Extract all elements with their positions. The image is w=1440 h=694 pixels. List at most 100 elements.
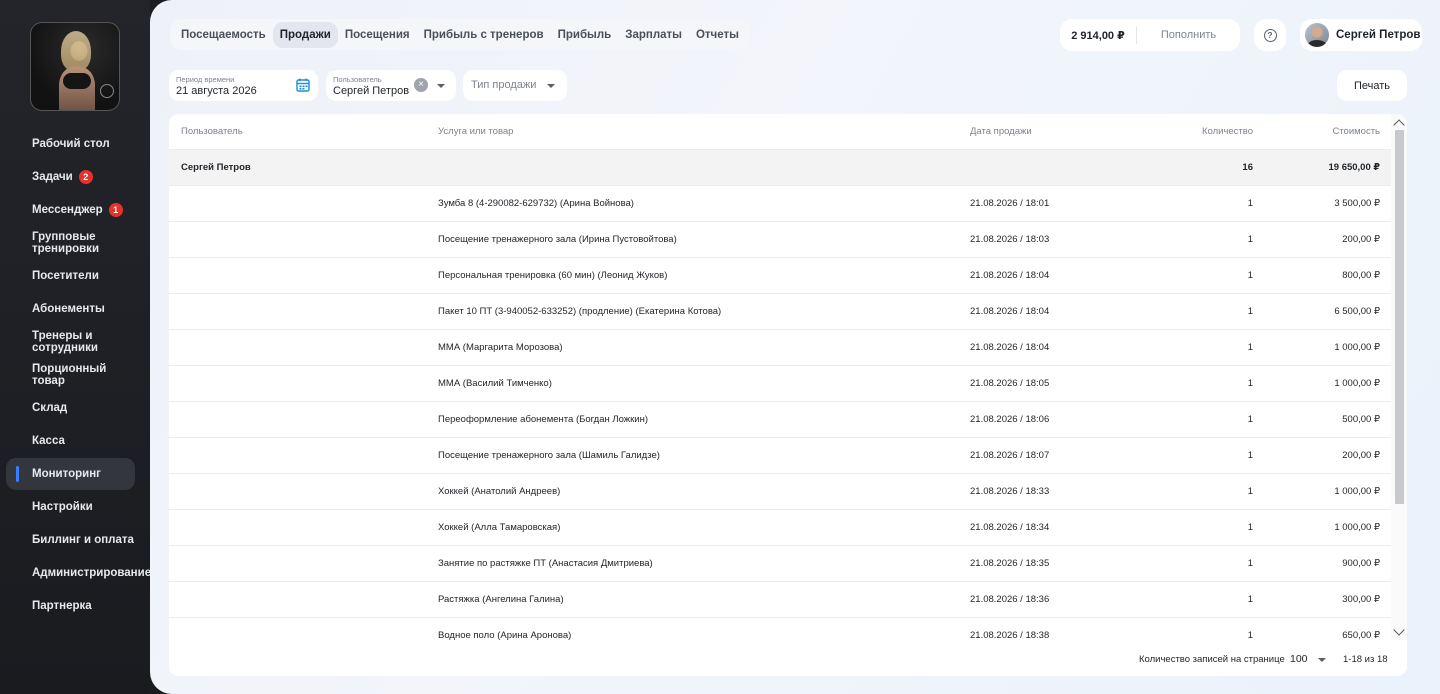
row-qty: 1 bbox=[1247, 342, 1253, 353]
calendar-icon[interactable] bbox=[296, 78, 310, 92]
row-date: 21.08.2026 / 18:36 bbox=[970, 594, 1050, 605]
row-date: 21.08.2026 / 18:01 bbox=[970, 198, 1050, 209]
sidebar-item-settings[interactable]: Настройки bbox=[6, 491, 135, 523]
tab-attendance[interactable]: Посещаемость bbox=[174, 22, 273, 48]
table-row[interactable]: ММА (Василий Тимченко) 21.08.2026 / 18:0… bbox=[169, 366, 1391, 402]
scroll-down-icon[interactable] bbox=[1393, 624, 1405, 636]
change-photo-icon[interactable] bbox=[100, 84, 114, 98]
sidebar-item-group-trainings[interactable]: Групповые тренировки bbox=[6, 227, 135, 259]
row-qty: 1 bbox=[1247, 522, 1253, 533]
row-date: 21.08.2026 / 18:04 bbox=[970, 270, 1050, 281]
sidebar-item-label: Порционный товар bbox=[32, 363, 107, 387]
group-row[interactable]: Сергей Петров 16 19 650,00 ₽ bbox=[169, 150, 1391, 186]
tab-trainer-profit[interactable]: Прибыль с тренеров bbox=[417, 22, 551, 48]
sidebar-item-desktop[interactable]: Рабочий стол bbox=[6, 128, 135, 160]
row-date: 21.08.2026 / 18:07 bbox=[970, 450, 1050, 461]
sidebar-item-label: Мониторинг bbox=[32, 468, 101, 480]
table-row[interactable]: Растяжка (Ангелина Галина) 21.08.2026 / … bbox=[169, 582, 1391, 618]
row-item: ММА (Василий Тимченко) bbox=[438, 378, 552, 389]
club-logo[interactable] bbox=[30, 22, 120, 111]
row-item: ММА (Маргарита Морозова) bbox=[438, 342, 563, 353]
sidebar-item-monitoring[interactable]: Мониторинг bbox=[6, 458, 135, 490]
per-page-select[interactable]: 100 bbox=[1290, 653, 1308, 665]
row-qty: 1 bbox=[1247, 414, 1253, 425]
avatar bbox=[1305, 23, 1329, 47]
table-scrollbar[interactable] bbox=[1391, 114, 1407, 640]
scrollbar-thumb[interactable] bbox=[1395, 130, 1404, 504]
period-label: Период времени bbox=[176, 75, 235, 84]
row-cost: 900,00 ₽ bbox=[1342, 558, 1380, 569]
tab-visits[interactable]: Посещения bbox=[338, 22, 417, 48]
user-select[interactable]: Пользователь Сергей Петров × bbox=[326, 70, 456, 101]
column-header-date[interactable]: Дата продажи bbox=[970, 114, 1032, 150]
sidebar-item-label: Склад bbox=[32, 402, 68, 414]
row-item: Зумба 8 (4-290082-629732) (Арина Войнова… bbox=[438, 198, 634, 209]
table-row[interactable]: Посещение тренажерного зала (Шамиль Гали… bbox=[169, 438, 1391, 474]
row-cost: 300,00 ₽ bbox=[1342, 594, 1380, 605]
row-qty: 1 bbox=[1247, 450, 1253, 461]
sidebar-item-memberships[interactable]: Абонементы bbox=[6, 293, 135, 325]
row-qty: 1 bbox=[1247, 378, 1253, 389]
sidebar-item-trainers[interactable]: Тренеры и сотрудники bbox=[6, 326, 135, 358]
tab-salaries[interactable]: Зарплаты bbox=[618, 22, 689, 48]
sale-type-select[interactable]: Тип продажи bbox=[463, 70, 567, 101]
sidebar-item-visitors[interactable]: Посетители bbox=[6, 260, 135, 292]
period-value: 21 августа 2026 bbox=[176, 85, 257, 97]
report-tabs: Посещаемость Продажи Посещения Прибыль с… bbox=[170, 19, 750, 50]
chevron-down-icon[interactable] bbox=[547, 84, 555, 88]
print-button[interactable]: Печать bbox=[1337, 70, 1407, 101]
sidebar-item-warehouse[interactable]: Склад bbox=[6, 392, 135, 424]
row-qty: 1 bbox=[1247, 558, 1253, 569]
tasks-count-badge: 2 bbox=[78, 170, 93, 184]
table-row[interactable]: Хоккей (Анатолий Андреев) 21.08.2026 / 1… bbox=[169, 474, 1391, 510]
sidebar-item-cashbox[interactable]: Касса bbox=[6, 425, 135, 457]
messenger-count-badge: 1 bbox=[108, 203, 123, 217]
tab-sales[interactable]: Продажи bbox=[272, 21, 338, 48]
table-row[interactable]: Персональная тренировка (60 мин) (Леонид… bbox=[169, 258, 1391, 294]
sidebar-item-messenger[interactable]: Мессенджер 1 bbox=[6, 194, 135, 226]
logo-figure-hair bbox=[61, 31, 91, 71]
tab-profit[interactable]: Прибыль bbox=[551, 22, 619, 48]
column-header-cost[interactable]: Стоимость bbox=[1332, 114, 1380, 150]
sidebar-item-label: Партнерка bbox=[32, 600, 92, 612]
user-menu[interactable]: Сергей Петров bbox=[1300, 19, 1422, 51]
chevron-down-icon[interactable] bbox=[1318, 658, 1326, 662]
logo-figure-top bbox=[63, 73, 91, 89]
tab-reports[interactable]: Отчеты bbox=[689, 22, 746, 48]
sidebar-item-partners[interactable]: Партнерка bbox=[6, 590, 135, 622]
page-range: 1-18 из 18 bbox=[1343, 654, 1388, 665]
table-row[interactable]: Пакет 10 ПТ (3-940052-633252) (продление… bbox=[169, 294, 1391, 330]
column-header-item[interactable]: Услуга или товар bbox=[438, 114, 513, 150]
table-row[interactable]: Хоккей (Алла Тамаровская) 21.08.2026 / 1… bbox=[169, 510, 1391, 546]
column-header-user[interactable]: Пользователь bbox=[181, 114, 243, 150]
sidebar-item-portion-goods[interactable]: Порционный товар bbox=[6, 359, 135, 391]
topup-button[interactable]: Пополнить bbox=[1137, 29, 1240, 41]
sidebar-item-tasks[interactable]: Задачи 2 bbox=[6, 161, 135, 193]
row-cost: 1 000,00 ₽ bbox=[1334, 342, 1380, 353]
balance-widget: 2 914,00 ₽ Пополнить bbox=[1060, 19, 1240, 51]
help-button[interactable]: ? bbox=[1254, 19, 1286, 51]
sidebar-item-label: Биллинг и оплата bbox=[32, 534, 134, 546]
table-row[interactable]: Зумба 8 (4-290082-629732) (Арина Войнова… bbox=[169, 186, 1391, 222]
row-date: 21.08.2026 / 18:35 bbox=[970, 558, 1050, 569]
row-cost: 6 500,00 ₽ bbox=[1334, 306, 1380, 317]
clear-icon[interactable]: × bbox=[414, 78, 428, 92]
table-row[interactable]: Переоформление абонемента (Богдан Ложкин… bbox=[169, 402, 1391, 438]
sales-table: Пользователь Услуга или товар Дата прода… bbox=[169, 114, 1407, 676]
row-date: 21.08.2026 / 18:33 bbox=[970, 486, 1050, 497]
table-row[interactable]: Занятие по растяжке ПТ (Анастасия Дмитри… bbox=[169, 546, 1391, 582]
period-picker[interactable]: Период времени 21 августа 2026 bbox=[169, 70, 318, 101]
sidebar-item-administration[interactable]: Администрирование bbox=[6, 557, 151, 589]
scroll-up-icon[interactable] bbox=[1393, 119, 1405, 131]
sidebar-item-billing[interactable]: Биллинг и оплата bbox=[6, 524, 135, 556]
sidebar-item-label: Касса bbox=[32, 435, 65, 447]
row-qty: 1 bbox=[1247, 270, 1253, 281]
table-row[interactable]: ММА (Маргарита Морозова) 21.08.2026 / 18… bbox=[169, 330, 1391, 366]
sidebar-item-label: Рабочий стол bbox=[32, 138, 110, 150]
column-header-qty[interactable]: Количество bbox=[1202, 114, 1253, 150]
table-row[interactable]: Посещение тренажерного зала (Ирина Пусто… bbox=[169, 222, 1391, 258]
row-item: Посещение тренажерного зала (Шамиль Гали… bbox=[438, 450, 660, 461]
row-cost: 200,00 ₽ bbox=[1342, 450, 1380, 461]
chevron-down-icon[interactable] bbox=[437, 84, 445, 88]
row-date: 21.08.2026 / 18:34 bbox=[970, 522, 1050, 533]
